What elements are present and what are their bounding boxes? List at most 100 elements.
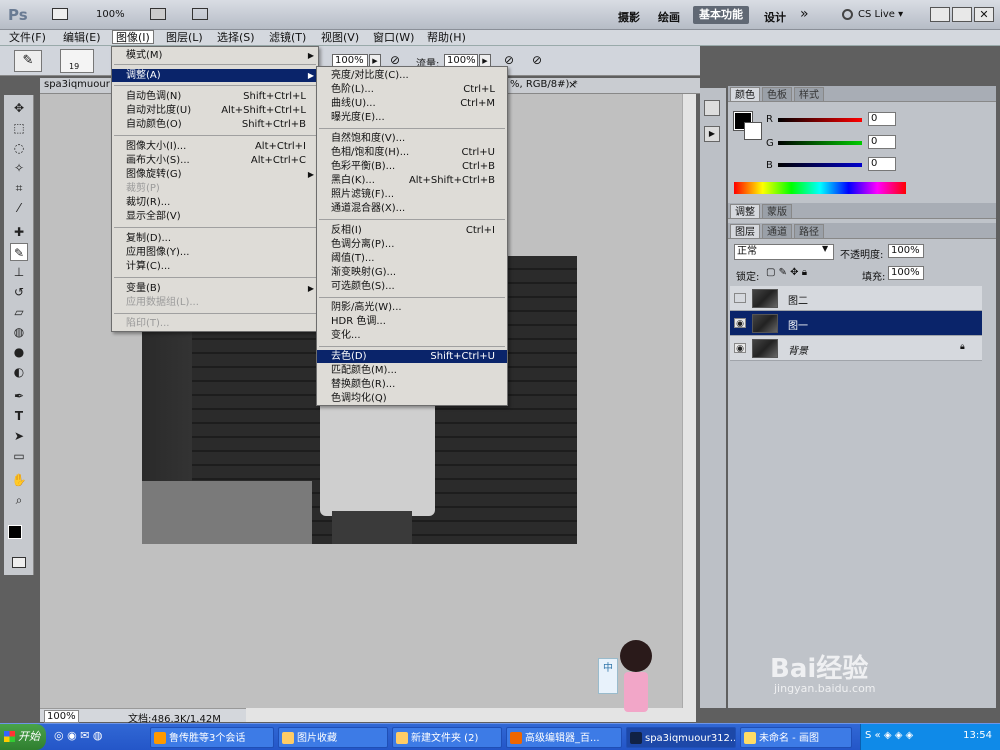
adjust-item-shadows-highlights[interactable]: 阴影/高光(W)... — [317, 301, 507, 314]
shape-tool-icon[interactable]: ▭ — [10, 447, 28, 465]
taskbar-item-editor[interactable]: 高级编辑器_百... — [506, 727, 622, 748]
vertical-scrollbar[interactable] — [682, 94, 696, 708]
status-zoom[interactable]: 100% — [44, 710, 79, 723]
b-field[interactable]: 0 — [868, 157, 896, 171]
r-field[interactable]: 0 — [868, 112, 896, 126]
restore-button[interactable] — [952, 7, 972, 22]
tab-color[interactable]: 颜色 — [730, 87, 760, 102]
lock-icons[interactable]: ▢ ✎ ✥ 🔒︎ — [766, 267, 807, 278]
dodge-tool-icon[interactable]: ◐ — [10, 363, 28, 381]
adjust-item-color-balance[interactable]: 色彩平衡(B)... Ctrl+B — [317, 160, 507, 173]
tab-paths[interactable]: 路径 — [794, 224, 824, 239]
adjust-item-equalize[interactable]: 色调均化(Q) — [317, 392, 507, 405]
adjust-item-hdr-toning[interactable]: HDR 色调... — [317, 315, 507, 328]
history-panel-icon[interactable] — [704, 100, 720, 116]
zoom-dropdown[interactable]: 100% — [96, 9, 125, 20]
hand-tool-icon[interactable]: ✋ — [10, 471, 28, 489]
brush-tool-icon-active[interactable]: ✎ — [10, 243, 28, 261]
image-menu-item-duplicate[interactable]: 复制(D)... — [112, 232, 318, 245]
eyedropper-tool-icon[interactable]: ⁄ — [10, 199, 28, 217]
menu-image[interactable]: 图像(I) — [112, 30, 154, 44]
adjust-item-match-color[interactable]: 匹配颜色(M)... — [317, 364, 507, 377]
document-tab-title[interactable]: spa3iqmuour — [44, 79, 110, 90]
image-menu-item-reveal-all[interactable]: 显示全部(V) — [112, 210, 318, 223]
b-slider[interactable] — [778, 163, 862, 167]
menu-help[interactable]: 帮助(H) — [424, 31, 469, 45]
adjust-item-exposure[interactable]: 曝光度(E)... — [317, 111, 507, 124]
workspace-essentials[interactable]: 基本功能 — [693, 6, 749, 24]
arrange-icon[interactable] — [150, 8, 166, 20]
bridge-icon[interactable] — [52, 8, 68, 20]
brush-tool-icon[interactable]: ✎ — [14, 50, 42, 72]
adjust-item-photo-filter[interactable]: 照片滤镜(F)... — [317, 188, 507, 201]
move-tool-icon[interactable]: ✥ — [10, 99, 28, 117]
image-menu-item-rotate[interactable]: 图像旋转(G) ▶ — [112, 168, 318, 181]
lasso-tool-icon[interactable]: ◌ — [10, 139, 28, 157]
chevron-down-icon[interactable]: ▼ — [822, 244, 828, 253]
adjust-item-threshold[interactable]: 阈值(T)... — [317, 252, 507, 265]
cs-live-button[interactable]: CS Live ▾ — [858, 9, 903, 20]
pressure-icon[interactable]: ⊘ — [504, 53, 514, 67]
image-menu-item-canvas-size[interactable]: 画布大小(S)... Alt+Ctrl+C — [112, 154, 318, 167]
actions-panel-icon[interactable]: ▶ — [704, 126, 720, 142]
adjust-item-brightness[interactable]: 亮度/对比度(C)... — [317, 69, 507, 82]
color-bg-swatch[interactable] — [744, 122, 762, 140]
quicklaunch-icons[interactable]: ◎ ◉ ✉ ◍ — [54, 729, 144, 745]
adjust-item-gradient-map[interactable]: 渐变映射(G)... — [317, 266, 507, 279]
r-slider[interactable] — [778, 118, 862, 122]
tab-masks[interactable]: 蒙版 — [762, 204, 792, 219]
crop-tool-icon[interactable]: ⌗ — [10, 179, 28, 197]
quick-select-tool-icon[interactable]: ✧ — [10, 159, 28, 177]
g-slider[interactable] — [778, 141, 862, 145]
adjust-item-selective-color[interactable]: 可选颜色(S)... — [317, 280, 507, 293]
adjust-item-channel-mixer[interactable]: 通道混合器(X)... — [317, 202, 507, 215]
adjust-item-desaturate[interactable]: 去色(D) Shift+Ctrl+U — [317, 350, 507, 363]
airbrush-icon[interactable]: ⊘ — [390, 53, 400, 67]
cartoon-ime-mascot[interactable]: 中 — [598, 640, 658, 718]
color-spectrum-bar[interactable] — [734, 182, 906, 194]
adjust-item-hue-saturation[interactable]: 色相/饱和度(H)... Ctrl+U — [317, 146, 507, 159]
menu-window[interactable]: 窗口(W) — [370, 31, 417, 45]
image-menu-item-adjust[interactable]: 调整(A) ▶ — [112, 69, 318, 82]
tab-adjustments[interactable]: 调整 — [730, 204, 760, 219]
layer-opacity-field[interactable]: 100% — [888, 244, 924, 258]
stamp-tool-icon[interactable]: ⊥ — [10, 263, 28, 281]
taskbar-item-photoshop[interactable]: spa3iqmuour312... — [626, 727, 736, 748]
screen-mode-icon[interactable] — [192, 8, 208, 20]
zoom-tool-icon[interactable]: ⌕ — [10, 491, 28, 509]
image-menu-item-auto-contrast[interactable]: 自动对比度(U) Alt+Shift+Ctrl+L — [112, 104, 318, 117]
menu-layer[interactable]: 图层(L) — [163, 31, 206, 45]
tray-icons[interactable]: S « ◈ ◈ ◈ — [865, 730, 913, 741]
tab-swatches[interactable]: 色板 — [762, 87, 792, 102]
adjust-item-variations[interactable]: 变化... — [317, 329, 507, 342]
g-field[interactable]: 0 — [868, 135, 896, 149]
adjust-item-curves[interactable]: 曲线(U)... Ctrl+M — [317, 97, 507, 110]
taskbar-item-paint[interactable]: 未命名 - 画图 — [740, 727, 852, 748]
more-workspaces-button[interactable]: » — [800, 6, 809, 22]
image-menu-item-auto-tone[interactable]: 自动色调(N) Shift+Ctrl+L — [112, 90, 318, 103]
eye-icon[interactable]: ◉ — [734, 318, 746, 329]
image-menu-item-calculations[interactable]: 计算(C)... — [112, 260, 318, 273]
quick-mask-icon[interactable] — [12, 557, 26, 568]
adjust-item-invert[interactable]: 反相(I) Ctrl+I — [317, 224, 507, 237]
tab-channels[interactable]: 通道 — [762, 224, 792, 239]
eraser-tool-icon[interactable]: ▱ — [10, 303, 28, 321]
image-menu-item-image-size[interactable]: 图像大小(I)... Alt+Ctrl+I — [112, 140, 318, 153]
image-menu-item-auto-color[interactable]: 自动颜色(O) Shift+Ctrl+B — [112, 118, 318, 131]
workspace-design[interactable]: 设计 — [764, 9, 786, 25]
layer-row-pic2[interactable]: 图二 — [730, 286, 982, 311]
tablet-size-icon[interactable]: ⊘ — [532, 53, 542, 67]
image-menu-item-trim[interactable]: 裁切(R)... — [112, 196, 318, 209]
minimize-button[interactable] — [930, 7, 950, 22]
tab-layers[interactable]: 图层 — [730, 224, 760, 239]
adjust-item-vibrance[interactable]: 自然饱和度(V)... — [317, 132, 507, 145]
foreground-color-swatch[interactable] — [8, 525, 22, 539]
visibility-off-icon[interactable] — [734, 293, 746, 303]
type-tool-icon[interactable]: T — [10, 407, 28, 425]
image-menu-item-variables[interactable]: 变量(B) ▶ — [112, 282, 318, 295]
start-button[interactable]: 开始 — [0, 724, 46, 750]
blend-mode-select[interactable]: 正常 — [734, 244, 834, 260]
marquee-tool-icon[interactable]: ⬚ — [10, 119, 28, 137]
layer-row-background[interactable]: ◉ 背景 🔒︎ — [730, 336, 982, 361]
menu-filter[interactable]: 滤镜(T) — [266, 31, 309, 45]
